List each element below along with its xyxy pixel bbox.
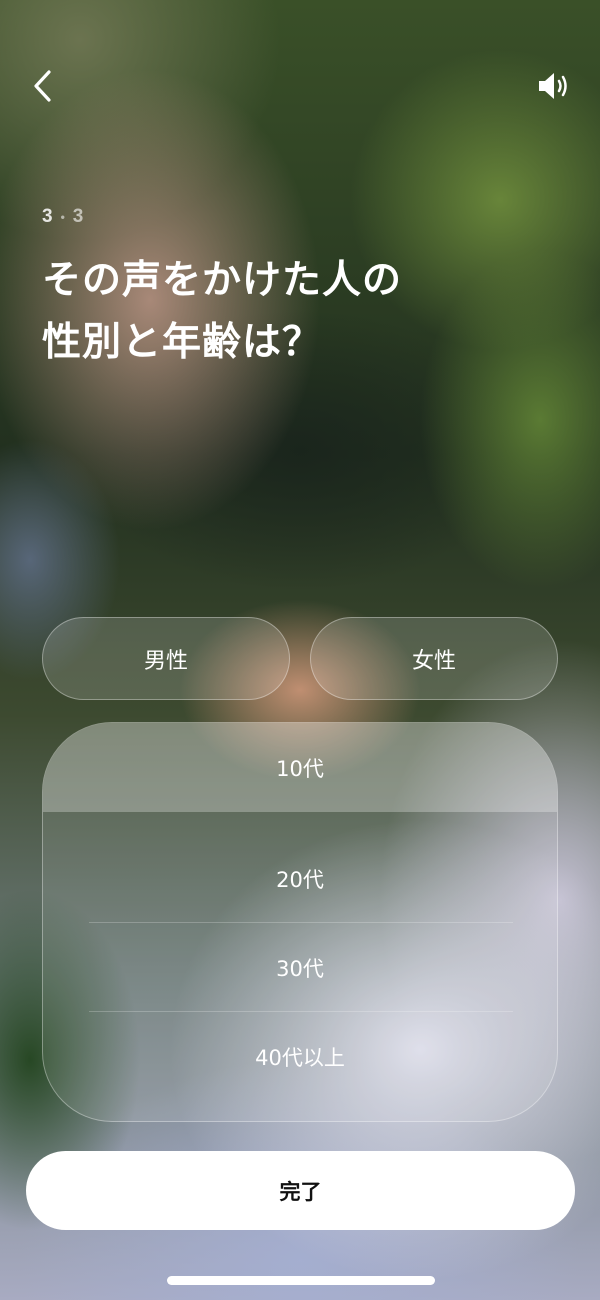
step-total: 3: [72, 206, 85, 227]
step-separator: •: [60, 210, 66, 224]
screen: 3 • 3 その声をかけた人の 性別と年齢は？ 男性 女性 10代 20代 30…: [0, 0, 600, 1300]
sound-button[interactable]: [530, 64, 580, 108]
speaker-icon: [539, 73, 567, 99]
age-picker: 10代 20代 30代 40代以上: [42, 722, 558, 1122]
age-option-20s[interactable]: 20代: [43, 834, 557, 923]
done-button[interactable]: 完了: [26, 1151, 575, 1230]
age-option-30s[interactable]: 30代: [43, 923, 557, 1012]
question-line-1: その声をかけた人の: [42, 258, 403, 303]
back-button[interactable]: [22, 66, 62, 106]
chevron-left-icon: [34, 70, 51, 102]
gender-male-button[interactable]: 男性: [42, 617, 290, 700]
gender-female-button[interactable]: 女性: [310, 617, 558, 700]
step-current: 3: [42, 206, 54, 227]
age-option-10s[interactable]: 10代: [43, 723, 557, 812]
age-option-40s-plus[interactable]: 40代以上: [43, 1012, 557, 1101]
question-title: その声をかけた人の 性別と年齢は？: [42, 250, 562, 374]
home-indicator: [167, 1276, 435, 1285]
step-indicator: 3 • 3: [42, 206, 84, 228]
question-line-2: 性別と年齢は？: [42, 320, 323, 365]
